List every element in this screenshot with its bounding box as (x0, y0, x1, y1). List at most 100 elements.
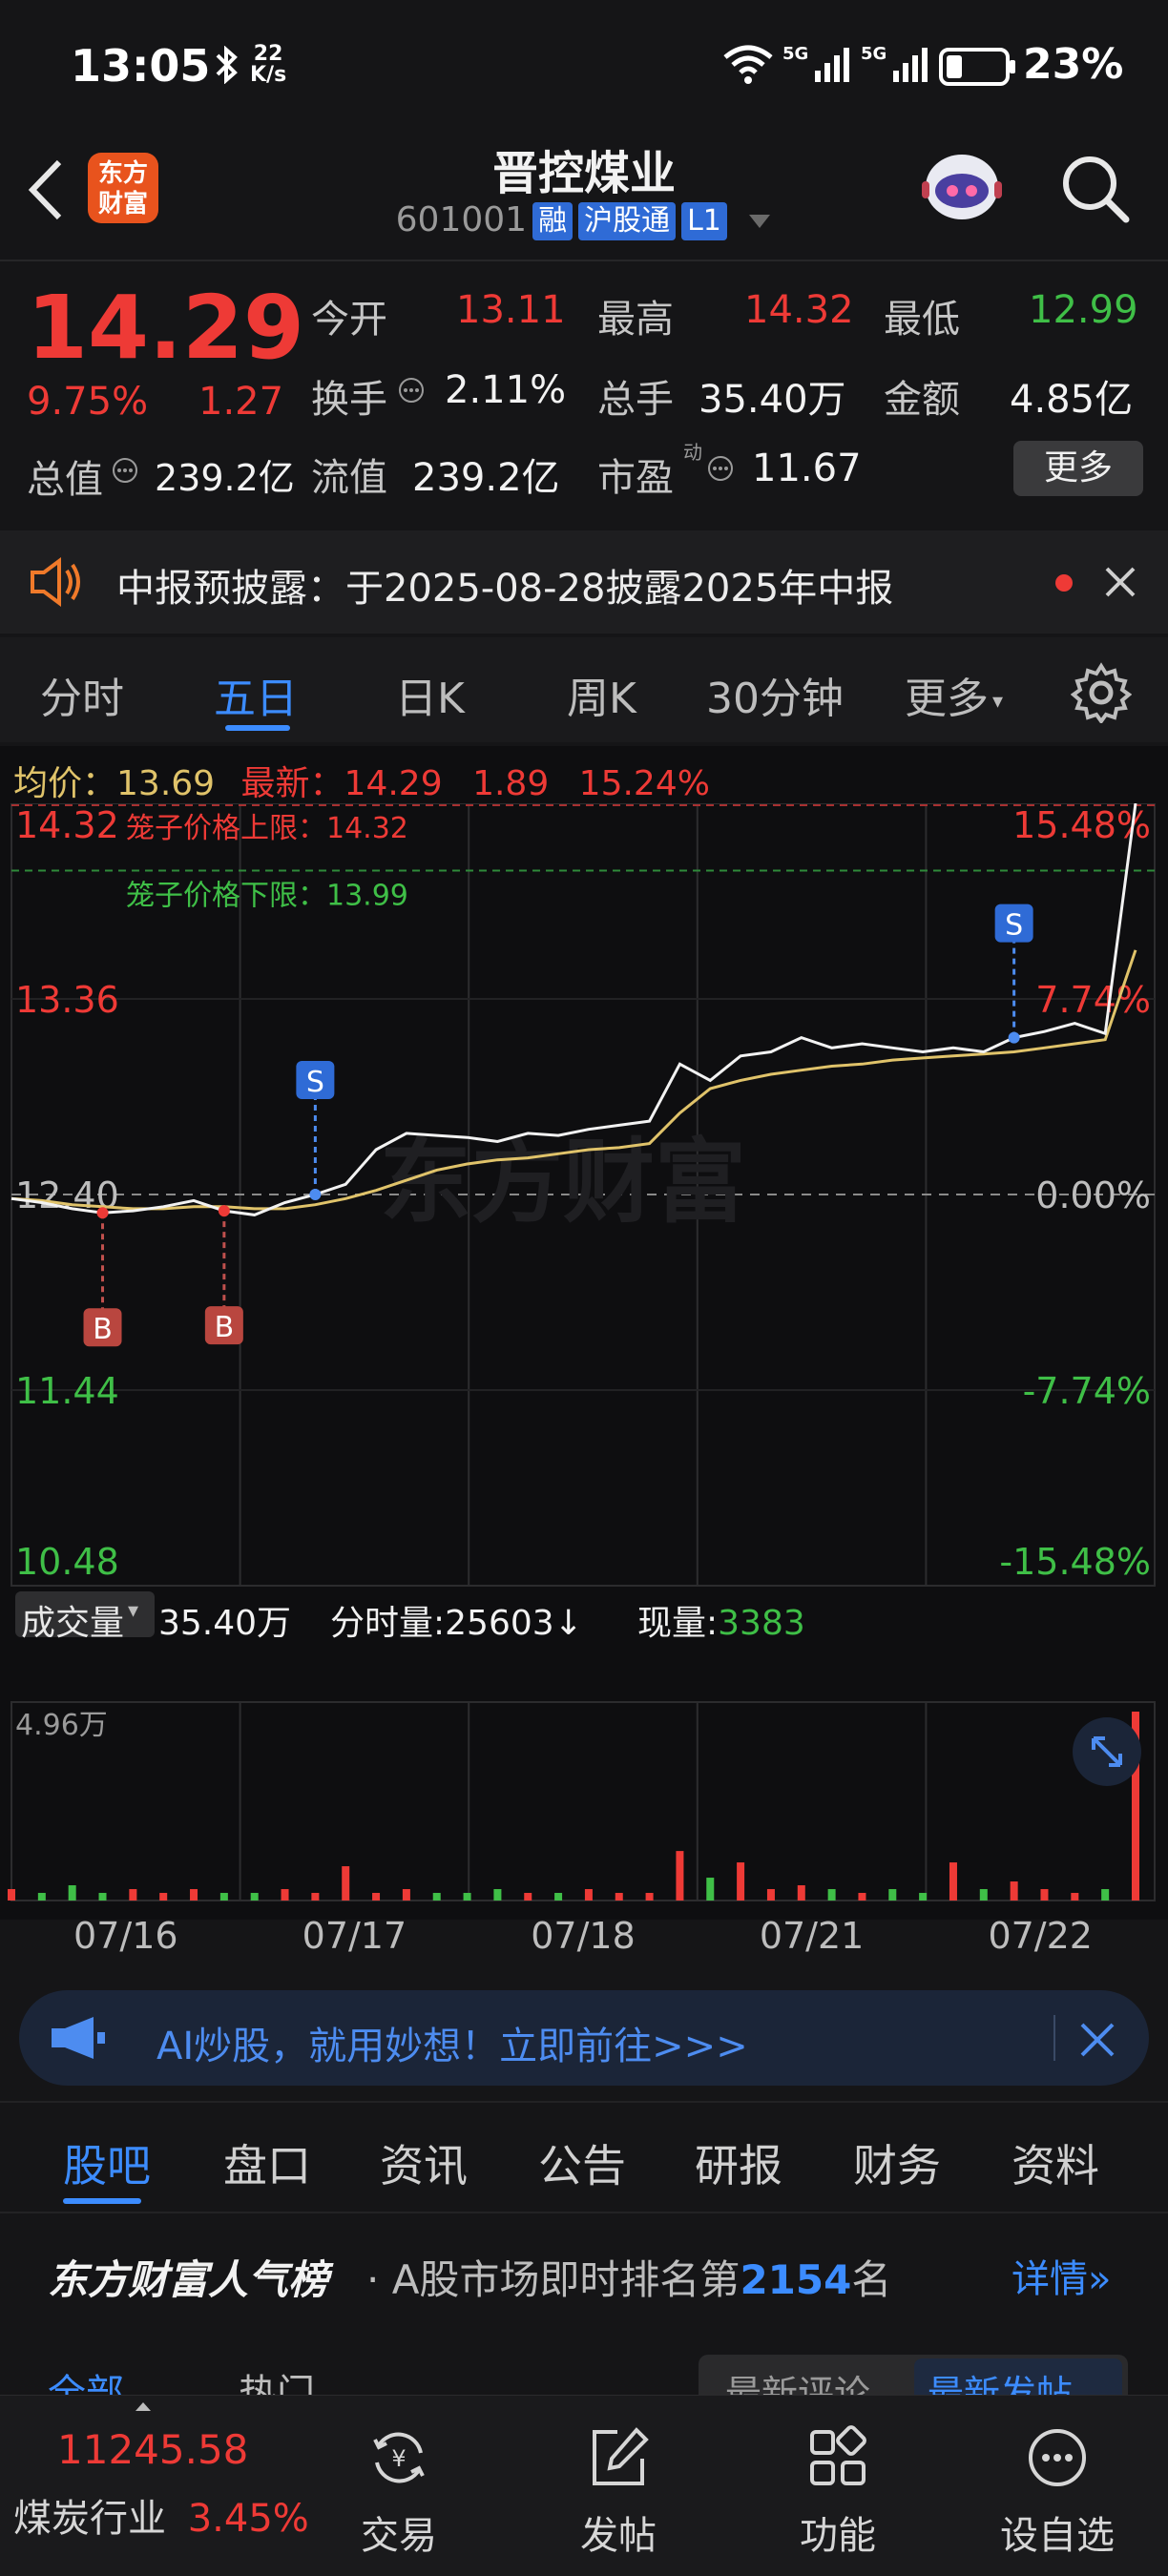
current-price: 14.29 (27, 277, 305, 379)
subtab-hot[interactable]: 热门 (239, 2362, 315, 2395)
more-button[interactable]: 更多 (1013, 441, 1143, 496)
volume-bar (250, 1893, 259, 1901)
chevron-up-icon[interactable] (134, 2399, 153, 2413)
lower-limit-label: 笼子价格下限：13.99 (126, 879, 408, 912)
buy-marker-label: B (215, 1311, 235, 1344)
tab-30min[interactable]: 30分钟 (706, 664, 844, 725)
change-amount: 1.27 (198, 380, 284, 424)
section-tab-research[interactable]: 研报 (695, 2131, 782, 2194)
volume-bar (919, 1893, 928, 1901)
rank-number: 2154 (740, 2256, 852, 2303)
upper-limit-label: 笼子价格上限：14.32 (126, 812, 408, 845)
volume-selector[interactable]: 成交量 ▾ (15, 1591, 155, 1643)
forum-subtabs: 全部 热门 最新评论 最新发帖 (0, 2334, 1168, 2395)
sell-marker-dot (1008, 1031, 1020, 1044)
volume-bar (737, 1862, 745, 1901)
bottom-nav: 11245.58 煤炭行业 3.45% ¥ 交易 发帖 功能 设自选 (0, 2395, 1168, 2576)
signal-5g-icon-2: 5G (861, 44, 928, 82)
tag-connect: 沪股通 (578, 202, 677, 240)
status-time: 13:05 (71, 40, 211, 92)
volume-bar (676, 1851, 684, 1901)
close-icon[interactable] (1103, 565, 1137, 599)
current-volume: 现量:3383 (637, 1604, 805, 1643)
section-tab-profile[interactable]: 资料 (1012, 2131, 1099, 2194)
volume-bar (372, 1893, 381, 1901)
y-tick-label: 11.44 (15, 1370, 119, 1412)
volume-bar (493, 1889, 502, 1901)
y-tick-percent-label: -15.48% (999, 1541, 1151, 1583)
tab-intraday[interactable]: 分时 (40, 664, 124, 725)
volume-value: 35.40万 (699, 378, 846, 422)
pe-value: 11.67 (752, 447, 862, 490)
wifi-icon (723, 45, 773, 84)
section-tab-news[interactable]: 资讯 (380, 2131, 468, 2194)
info-icon[interactable] (397, 376, 426, 405)
sell-marker-dot (309, 1189, 322, 1200)
signal-5g-icon-1: 5G (782, 44, 849, 82)
volume-bar (311, 1893, 320, 1901)
volume-bar (615, 1893, 623, 1901)
x-tick-label: 07/17 (302, 1915, 407, 1957)
settings-gear-icon[interactable] (1071, 662, 1132, 723)
tab-more[interactable]: 更多 ▾ (905, 664, 1003, 725)
volume-bar (402, 1889, 410, 1901)
more-circle-icon (1029, 2429, 1086, 2486)
stock-code: 601001 (395, 200, 528, 239)
popularity-rank-row[interactable]: 东方财富人气榜 · A股市场即时排名第2154名 详情» (0, 2215, 1168, 2330)
x-tick-label: 07/21 (760, 1915, 865, 1957)
nav-add-watchlist[interactable]: 设自选 (981, 2424, 1134, 2560)
robot-assistant-icon[interactable] (918, 143, 1006, 231)
volume-bar (584, 1889, 593, 1901)
close-icon[interactable] (1078, 2021, 1116, 2059)
section-tab-finance[interactable]: 财务 (853, 2131, 941, 2194)
price-chart[interactable]: 14.32 15.48%13.36 7.74%12.40 0.00%11.44 -7.7… (0, 803, 1168, 1958)
y-tick-percent-label: 7.74% (1035, 979, 1151, 1021)
buy-marker-dot (218, 1205, 230, 1217)
mcap-value: 239.2亿 (155, 457, 295, 499)
notice-bar[interactable]: 中报预披露：于2025-08-28披露2025年中报 (0, 530, 1168, 634)
rank-detail-link[interactable]: 详情» (1012, 2248, 1111, 2303)
volume-bar (949, 1862, 957, 1901)
dropdown-triangle-icon (749, 215, 771, 228)
volume-bar (219, 1893, 228, 1901)
volume-bar (1101, 1889, 1110, 1901)
volume-bar (8, 1889, 15, 1901)
section-tab-forum[interactable]: 股吧 (63, 2131, 151, 2194)
battery-icon (939, 48, 1015, 86)
ad-text: AI炒股，就用妙想！立即前往>>> (156, 2025, 748, 2068)
search-icon[interactable] (1059, 153, 1132, 225)
tab-weekly-k[interactable]: 周K (567, 664, 636, 725)
tag-margin: 融 (532, 202, 574, 240)
divider (0, 2101, 1168, 2103)
volume-bar (98, 1893, 107, 1901)
low-value: 12.99 (1029, 288, 1138, 332)
nav-trade[interactable]: ¥ 交易 (323, 2424, 475, 2560)
ad-divider (1053, 2015, 1055, 2061)
latest-label: 最新： (240, 764, 344, 803)
info-icon[interactable] (111, 456, 139, 485)
nav-functions[interactable]: 功能 (761, 2424, 914, 2560)
tab-daily-k[interactable]: 日K (395, 664, 465, 725)
info-icon[interactable] (706, 454, 735, 483)
volume-bar (797, 1885, 805, 1901)
sell-marker-label: S (1005, 909, 1023, 943)
latest-change: 1.89 (472, 764, 550, 803)
subtab-all[interactable]: 全部 (48, 2362, 124, 2395)
sector-name[interactable]: 煤炭行业 3.45% (13, 2487, 309, 2543)
sort-latest-post[interactable]: 最新发帖 (914, 2358, 1122, 2395)
section-tab-orderbook[interactable]: 盘口 (223, 2131, 311, 2194)
ad-banner[interactable]: AI炒股，就用妙想！立即前往>>> (19, 1990, 1149, 2086)
latest-value: 14.29 (344, 764, 443, 803)
tab-five-day[interactable]: 五日 (214, 664, 298, 725)
volume-bar (37, 1893, 46, 1901)
high-label: 最高 (597, 298, 674, 342)
rank-text: · A股市场即时排名第2154名 (366, 2256, 892, 2303)
bluetooth-icon (216, 46, 238, 84)
sort-latest-comment[interactable]: 最新评论 (725, 2364, 870, 2395)
svg-text:¥: ¥ (391, 2445, 406, 2472)
app-root: 13:05 22 K/s 5G 5G 23% 东方 财富 晋控煤业 601001… (0, 0, 1168, 2576)
section-tab-announcements[interactable]: 公告 (538, 2131, 626, 2194)
nav-post[interactable]: 发帖 (542, 2424, 695, 2560)
chart-area[interactable]: 均价：13.69 最新：14.29 1.89 15.24% 14.32 15.48… (0, 746, 1168, 1957)
sell-marker-label: S (306, 1066, 324, 1099)
